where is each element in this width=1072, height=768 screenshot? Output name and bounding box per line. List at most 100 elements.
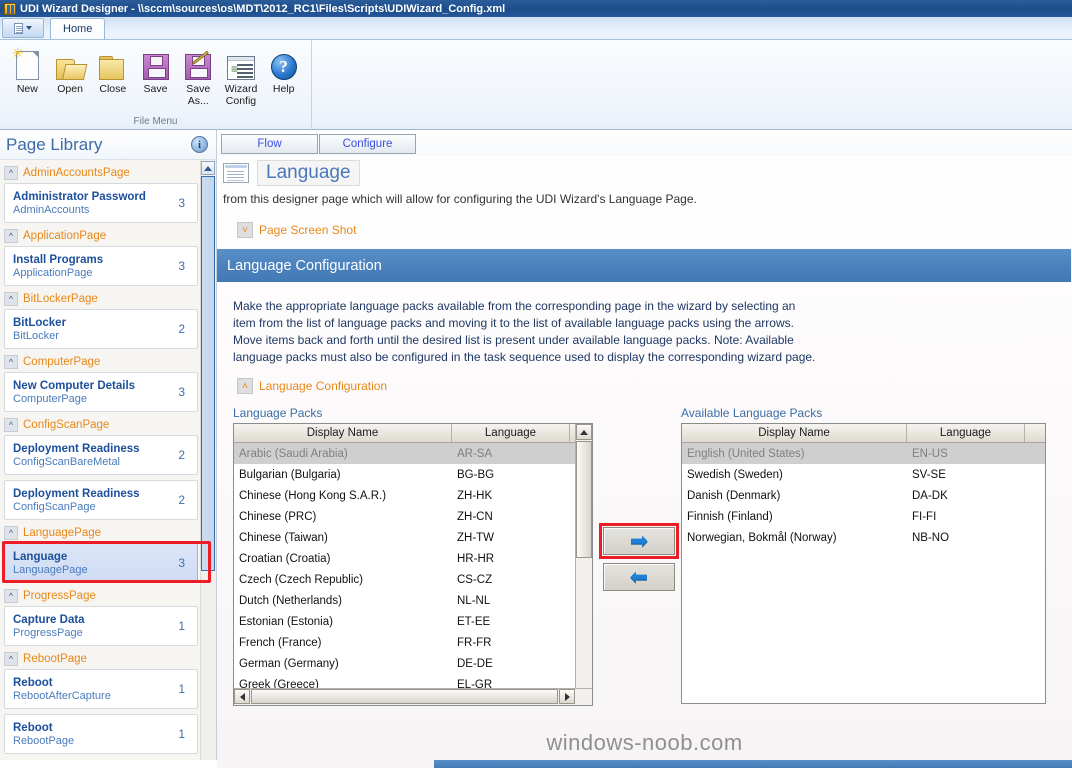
sidebar-page-item[interactable]: New Computer Details ComputerPage 3 xyxy=(4,372,198,412)
sidebar-page-subtitle: RebootAfterCapture xyxy=(13,689,111,702)
cell-language: BG-BG xyxy=(457,468,495,481)
sidebar-page-subtitle: ProgressPage xyxy=(13,626,83,639)
ribbon-button-save[interactable]: Save xyxy=(134,44,177,107)
sidebar-group-header[interactable]: ^ ComputerPage xyxy=(4,355,198,369)
help-question-icon: ? xyxy=(270,44,297,80)
table-row[interactable]: Finnish (Finland) FI-FI xyxy=(682,506,1045,527)
sidebar-page-item[interactable]: Install Programs ApplicationPage 3 xyxy=(4,246,198,286)
sidebar-group-header[interactable]: ^ LanguagePage xyxy=(4,526,198,540)
sidebar-page-item[interactable]: Language LanguagePage 3 xyxy=(4,543,198,583)
table-row[interactable]: German (Germany) DE-DE xyxy=(234,653,592,674)
chevron-up-icon: ^ xyxy=(4,355,18,369)
cell-display-name: Chinese (Taiwan) xyxy=(239,531,328,544)
sidebar-page-title: New Computer Details xyxy=(13,379,136,392)
sidebar-scroll-up-button[interactable] xyxy=(201,161,215,175)
chevron-down-icon: ˅ xyxy=(237,222,253,238)
cell-display-name: German (Germany) xyxy=(239,657,339,670)
ribbon-button-save-as[interactable]: Save As... xyxy=(177,44,220,107)
sidebar-scroll-thumb[interactable] xyxy=(201,176,215,571)
table-row[interactable]: Arabic (Saudi Arabia) AR-SA xyxy=(234,443,592,464)
table-row[interactable]: Norwegian, Bokmål (Norway) NB-NO xyxy=(682,527,1045,548)
sidebar-group-header[interactable]: ^ BitLockerPage xyxy=(4,292,198,306)
ribbon-button-open-label: Open xyxy=(57,83,83,95)
tab-flow[interactable]: Flow xyxy=(221,134,318,154)
table-row[interactable]: Chinese (Taiwan) ZH-TW xyxy=(234,527,592,548)
info-icon[interactable]: i xyxy=(191,136,208,153)
language-packs-vscrollbar[interactable] xyxy=(575,424,592,705)
table-row[interactable]: Danish (Denmark) DA-DK xyxy=(682,485,1045,506)
ribbon-button-help[interactable]: ? Help xyxy=(262,44,305,107)
ribbon-button-new[interactable]: New xyxy=(6,44,49,107)
sidebar-page-item[interactable]: Capture Data ProgressPage 1 xyxy=(4,606,198,646)
ribbon-button-close[interactable]: Close xyxy=(91,44,134,107)
sidebar-page-item[interactable]: Administrator Password AdminAccounts 3 xyxy=(4,183,198,223)
table-row[interactable]: English (United States) EN-US xyxy=(682,443,1045,464)
sidebar-page-item[interactable]: Deployment Readiness ConfigScanPage 2 xyxy=(4,480,198,520)
table-row[interactable]: Swedish (Sweden) SV-SE xyxy=(682,464,1045,485)
language-packs-grid[interactable]: Display Name Language Arabic (Saudi Arab… xyxy=(233,423,593,706)
sidebar-page-subtitle: ApplicationPage xyxy=(13,266,93,279)
sidebar-page-count: 3 xyxy=(178,196,185,210)
ribbon-group-label: File Menu xyxy=(133,116,178,127)
sidebar-page-item[interactable]: Reboot RebootPage 1 xyxy=(4,714,198,754)
chevron-up-icon: ^ xyxy=(4,526,18,540)
sidebar-scrollbar[interactable] xyxy=(200,160,216,768)
cell-language: DA-DK xyxy=(912,489,948,502)
table-row[interactable]: Czech (Czech Republic) CS-CZ xyxy=(234,569,592,590)
scroll-left-button[interactable] xyxy=(234,689,250,704)
vscroll-thumb[interactable] xyxy=(576,441,592,558)
move-right-button[interactable]: ➡ xyxy=(603,527,675,555)
language-configuration-label: Language Configuration xyxy=(259,379,388,393)
sidebar-page-title: Administrator Password xyxy=(13,190,146,203)
cell-display-name: Chinese (Hong Kong S.A.R.) xyxy=(239,489,387,502)
file-menu-button[interactable] xyxy=(2,18,44,38)
sidebar-group-header[interactable]: ^ RebootPage xyxy=(4,652,198,666)
sidebar-page-title: Reboot xyxy=(13,721,53,734)
sidebar-page-subtitle: ComputerPage xyxy=(13,392,87,405)
table-row[interactable]: French (France) FR-FR xyxy=(234,632,592,653)
header-display-name[interactable]: Display Name xyxy=(682,424,907,442)
language-packs-hscrollbar[interactable] xyxy=(234,688,592,705)
cell-language: FI-FI xyxy=(912,510,937,523)
language-packs-label: Language Packs xyxy=(233,406,323,420)
sidebar-group-header[interactable]: ^ AdminAccountsPage xyxy=(4,166,198,180)
scroll-right-button[interactable] xyxy=(559,689,575,704)
chevron-up-icon: ^ xyxy=(4,229,18,243)
sidebar-page-item[interactable]: BitLocker BitLocker 2 xyxy=(4,309,198,349)
ribbon: Home New Open xyxy=(0,17,1072,130)
sidebar-page-item[interactable]: Reboot RebootAfterCapture 1 xyxy=(4,669,198,709)
sidebar-group-header[interactable]: ^ ProgressPage xyxy=(4,589,198,603)
cell-display-name: French (France) xyxy=(239,636,322,649)
scroll-up-button[interactable] xyxy=(576,424,592,440)
sidebar-page-item[interactable]: Deployment Readiness ConfigScanBareMetal 2 xyxy=(4,435,198,475)
document-icon xyxy=(14,22,23,34)
table-row[interactable]: Croatian (Croatia) HR-HR xyxy=(234,548,592,569)
sidebar-group-header[interactable]: ^ ApplicationPage xyxy=(4,229,198,243)
ribbon-body: New Open Close xyxy=(0,39,1072,130)
ribbon-button-new-label: New xyxy=(16,83,38,95)
move-left-button[interactable]: ⬅ xyxy=(603,563,675,591)
tab-home[interactable]: Home xyxy=(50,18,106,39)
header-language[interactable]: Language xyxy=(452,424,570,442)
table-row[interactable]: Chinese (PRC) ZH-CN xyxy=(234,506,592,527)
table-row[interactable]: Bulgarian (Bulgaria) BG-BG xyxy=(234,464,592,485)
page-preview-icon xyxy=(223,163,249,183)
tab-configure[interactable]: Configure xyxy=(319,134,416,154)
ribbon-button-open[interactable]: Open xyxy=(49,44,92,107)
cell-display-name: Norwegian, Bokmål (Norway) xyxy=(687,531,837,544)
language-configuration-section[interactable]: ˄ Language Configuration xyxy=(217,366,1072,394)
ribbon-button-wizard-config[interactable]: ≡ Wizard Config xyxy=(220,44,263,107)
available-language-packs-grid[interactable]: Display Name Language English (United St… xyxy=(681,423,1046,704)
table-row[interactable]: Chinese (Hong Kong S.A.R.) ZH-HK xyxy=(234,485,592,506)
table-row[interactable]: Dutch (Netherlands) NL-NL xyxy=(234,590,592,611)
sidebar-page-count: 3 xyxy=(178,556,185,570)
cell-language: DE-DE xyxy=(457,657,493,670)
cell-display-name: Swedish (Sweden) xyxy=(687,468,783,481)
hscroll-thumb[interactable] xyxy=(251,689,558,704)
header-display-name[interactable]: Display Name xyxy=(234,424,452,442)
sidebar-group-header[interactable]: ^ ConfigScanPage xyxy=(4,418,198,432)
page-screenshot-section[interactable]: ˅ Page Screen Shot xyxy=(217,206,1072,238)
cell-language: ZH-HK xyxy=(457,489,493,502)
table-row[interactable]: Estonian (Estonia) ET-EE xyxy=(234,611,592,632)
header-language[interactable]: Language xyxy=(907,424,1025,442)
